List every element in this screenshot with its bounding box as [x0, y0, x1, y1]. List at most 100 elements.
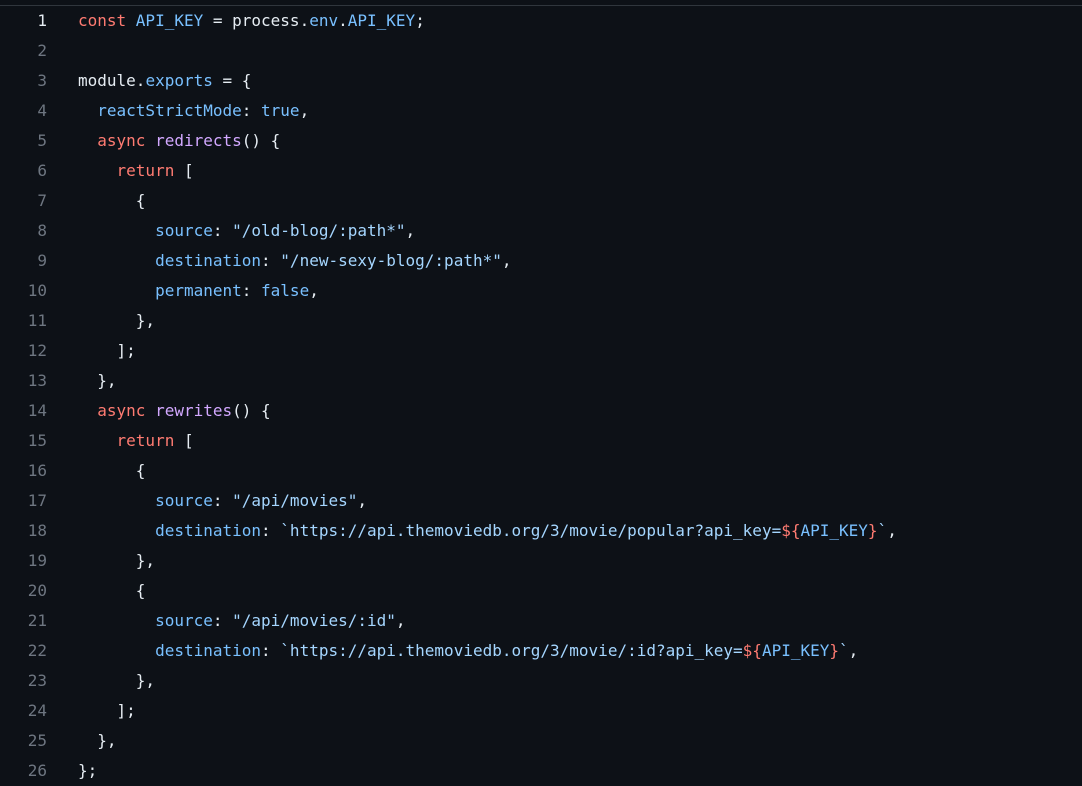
line-number[interactable]: 20: [0, 576, 47, 606]
code-text[interactable]: {: [47, 576, 1082, 606]
code-line[interactable]: 18 destination: `https://api.themoviedb.…: [0, 516, 1082, 546]
line-number[interactable]: 19: [0, 546, 47, 576]
code-token: :: [241, 101, 262, 120]
code-text[interactable]: },: [47, 366, 1082, 396]
line-number[interactable]: 14: [0, 396, 47, 426]
line-number[interactable]: 15: [0, 426, 47, 456]
line-number[interactable]: 13: [0, 366, 47, 396]
line-number[interactable]: 5: [0, 126, 47, 156]
code-line[interactable]: 25 },: [0, 726, 1082, 756]
code-text[interactable]: return [: [47, 156, 1082, 186]
code-editor[interactable]: 1 const API_KEY = process.env.API_KEY; 2 3 m…: [0, 6, 1082, 786]
code-text[interactable]: destination: `https://api.themoviedb.org…: [47, 516, 1082, 546]
code-line[interactable]: 23 },: [0, 666, 1082, 696]
code-line[interactable]: 20 {: [0, 576, 1082, 606]
code-token: {: [78, 581, 146, 600]
line-number[interactable]: 22: [0, 636, 47, 666]
code-line[interactable]: 12 ];: [0, 336, 1082, 366]
line-number[interactable]: 12: [0, 336, 47, 366]
line-number[interactable]: 4: [0, 96, 47, 126]
code-line[interactable]: 5 async redirects() {: [0, 126, 1082, 156]
code-token: "/new-sexy-blog/:path*": [280, 251, 502, 270]
code-line[interactable]: 15 return [: [0, 426, 1082, 456]
code-text[interactable]: source: "/api/movies/:id",: [47, 606, 1082, 636]
code-text[interactable]: ];: [47, 696, 1082, 726]
code-text[interactable]: reactStrictMode: true,: [47, 96, 1082, 126]
code-text[interactable]: [47, 36, 1082, 66]
line-number[interactable]: 10: [0, 276, 47, 306]
line-number[interactable]: 23: [0, 666, 47, 696]
code-token: source: [155, 491, 213, 510]
line-number[interactable]: 11: [0, 306, 47, 336]
code-line[interactable]: 6 return [: [0, 156, 1082, 186]
code-text[interactable]: ];: [47, 336, 1082, 366]
code-text[interactable]: destination: "/new-sexy-blog/:path*",: [47, 246, 1082, 276]
code-line[interactable]: 9 destination: "/new-sexy-blog/:path*",: [0, 246, 1082, 276]
code-line[interactable]: 17 source: "/api/movies",: [0, 486, 1082, 516]
code-text[interactable]: },: [47, 666, 1082, 696]
code-line[interactable]: 26};: [0, 756, 1082, 786]
code-token: `https://api.themoviedb.org/3/movie/:id?…: [280, 641, 743, 660]
code-token: "/api/movies/:id": [232, 611, 396, 630]
code-token: API_KEY: [347, 11, 416, 30]
line-number[interactable]: 21: [0, 606, 47, 636]
code-line[interactable]: 16 {: [0, 456, 1082, 486]
code-token: ,: [309, 281, 319, 300]
code-text[interactable]: },: [47, 306, 1082, 336]
code-text[interactable]: module.exports = {: [47, 66, 1082, 96]
line-number[interactable]: 6: [0, 156, 47, 186]
code-token: false: [261, 281, 310, 300]
code-text[interactable]: destination: `https://api.themoviedb.org…: [47, 636, 1082, 666]
code-line[interactable]: 13 },: [0, 366, 1082, 396]
code-token: }: [829, 641, 840, 660]
code-text[interactable]: {: [47, 186, 1082, 216]
code-text[interactable]: source: "/old-blog/:path*",: [47, 216, 1082, 246]
code-line[interactable]: 2: [0, 36, 1082, 66]
code-token: () {: [241, 131, 281, 150]
code-line[interactable]: 24 ];: [0, 696, 1082, 726]
line-number[interactable]: 9: [0, 246, 47, 276]
line-number[interactable]: 16: [0, 456, 47, 486]
code-text[interactable]: return [: [47, 426, 1082, 456]
line-number[interactable]: 1: [0, 6, 47, 36]
code-text[interactable]: async redirects() {: [47, 126, 1082, 156]
code-line[interactable]: 7 {: [0, 186, 1082, 216]
code-text[interactable]: {: [47, 456, 1082, 486]
code-token: `https://api.themoviedb.org/3/movie/popu…: [280, 521, 782, 540]
line-number[interactable]: 7: [0, 186, 47, 216]
code-line[interactable]: 3 module.exports = {: [0, 66, 1082, 96]
code-text[interactable]: },: [47, 546, 1082, 576]
code-line[interactable]: 1 const API_KEY = process.env.API_KEY;: [0, 6, 1082, 36]
code-line[interactable]: 21 source: "/api/movies/:id",: [0, 606, 1082, 636]
code-line[interactable]: 11 },: [0, 306, 1082, 336]
code-token: },: [78, 371, 117, 390]
code-text[interactable]: async rewrites() {: [47, 396, 1082, 426]
line-number[interactable]: 3: [0, 66, 47, 96]
code-line[interactable]: 14 async rewrites() {: [0, 396, 1082, 426]
code-token: return: [116, 161, 175, 180]
line-number[interactable]: 25: [0, 726, 47, 756]
code-text[interactable]: };: [47, 756, 1082, 786]
code-token: ,: [887, 521, 897, 540]
code-token: exports: [145, 71, 213, 90]
line-number[interactable]: 24: [0, 696, 47, 726]
code-line[interactable]: 19 },: [0, 546, 1082, 576]
code-line[interactable]: 4 reactStrictMode: true,: [0, 96, 1082, 126]
code-token: :: [212, 491, 233, 510]
code-text[interactable]: permanent: false,: [47, 276, 1082, 306]
code-line[interactable]: 22 destination: `https://api.themoviedb.…: [0, 636, 1082, 666]
code-text[interactable]: const API_KEY = process.env.API_KEY;: [47, 6, 1082, 36]
line-number[interactable]: 8: [0, 216, 47, 246]
line-number[interactable]: 17: [0, 486, 47, 516]
code-text[interactable]: },: [47, 726, 1082, 756]
line-number[interactable]: 18: [0, 516, 47, 546]
line-number[interactable]: 26: [0, 756, 47, 786]
code-line[interactable]: 8 source: "/old-blog/:path*",: [0, 216, 1082, 246]
code-text[interactable]: source: "/api/movies",: [47, 486, 1082, 516]
line-number[interactable]: 2: [0, 36, 47, 66]
code-line[interactable]: 10 permanent: false,: [0, 276, 1082, 306]
